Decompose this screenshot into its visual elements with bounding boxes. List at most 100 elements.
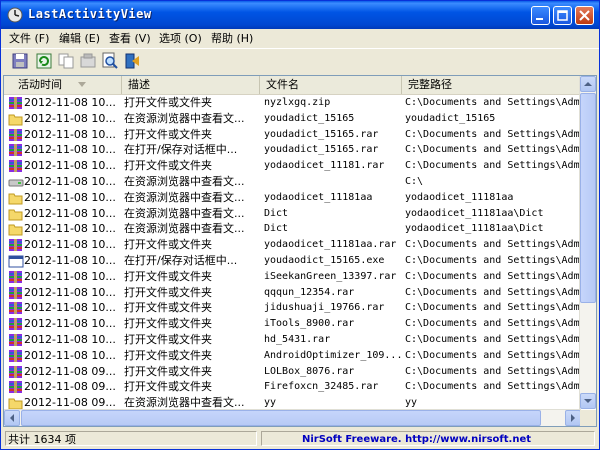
menu-options[interactable]: 选项 (O) — [159, 31, 202, 47]
save-icon[interactable] — [11, 52, 29, 70]
find-icon[interactable] — [101, 52, 119, 70]
nirsoft-link[interactable]: NirSoft Freeware. http://www.nirsoft.net — [261, 431, 595, 446]
filename: jidushuaji_19766.rar — [264, 302, 385, 314]
full-path: C:\Documents and Settings\Admin — [405, 128, 581, 140]
arrow-down-icon — [584, 399, 592, 403]
list-item[interactable]: 2012-11-08 10... 打开文件或文件夹 jidushuaji_19766… — [4, 300, 581, 316]
list-item[interactable]: 2012-11-08 10... 打开文件或文件夹 nyzlxgq.zip C:\Do… — [4, 95, 581, 111]
folder-file-icon — [8, 193, 23, 205]
activity-time: 2012-11-08 10... — [24, 254, 116, 267]
menu-edit[interactable]: 编辑 (E) — [59, 31, 100, 47]
copy-icon[interactable] — [57, 52, 75, 70]
folder-file-icon — [8, 114, 23, 126]
activity-time: 2012-11-08 10... — [24, 348, 116, 362]
list-item[interactable]: 2012-11-08 10... 在打开/保存对话框中... youdaodict_… — [4, 253, 581, 269]
folder-file-icon — [8, 224, 23, 236]
description: 在资源浏览器中查看文... — [124, 222, 245, 236]
filename: iTools_8900.rar — [264, 318, 355, 330]
activity-time: 2012-11-08 10... — [24, 159, 116, 173]
full-path: C:\Documents and Settings\Admin — [405, 144, 581, 156]
column-header-fullpath[interactable]: 完整路径 — [402, 76, 584, 94]
filename: iSeekanGreen_13397.rar — [264, 270, 397, 282]
description: 打开文件或文件夹 — [124, 301, 212, 315]
maximize-icon — [557, 10, 568, 21]
horizontal-scroll-thumb[interactable] — [21, 410, 541, 426]
menu-help[interactable]: 帮助 (H) — [211, 31, 253, 47]
rar-file-icon — [9, 128, 22, 141]
list-item[interactable]: 2012-11-08 10... 在资源浏览器中查看文... Dict yodaodi… — [4, 206, 581, 222]
rar-file-icon — [9, 318, 22, 331]
list-item[interactable]: 2012-11-08 10... 在资源浏览器中查看文... C:\ — [4, 174, 581, 190]
activity-time: 2012-11-08 10... — [24, 127, 116, 141]
close-button[interactable] — [575, 6, 594, 25]
full-path: C:\Documents and Settings\Admin — [405, 239, 581, 251]
description: 在打开/保存对话框中... — [124, 254, 238, 267]
activity-list[interactable]: 活动时间 描述 文件名 完整路径 2012-11-08 10... 打开文件或文件… — [3, 75, 597, 427]
properties-icon[interactable] — [79, 52, 97, 70]
column-header-time[interactable]: 活动时间 — [4, 76, 122, 94]
scroll-left-button[interactable] — [4, 410, 20, 426]
toolbar — [1, 48, 599, 75]
app-icon — [7, 7, 23, 23]
rar-file-icon — [9, 270, 22, 283]
filename: qqqun_12354.rar — [264, 286, 355, 298]
vertical-scrollbar[interactable] — [579, 76, 596, 409]
filename: youdaodict_15165.exe — [264, 255, 385, 266]
full-path: C:\Documents and Settings\Admin — [405, 255, 581, 266]
filename: AndroidOptimizer_109... — [264, 349, 402, 361]
filename: LOLBox_8076.rar — [264, 365, 355, 377]
exit-icon[interactable] — [123, 52, 141, 70]
minimize-button[interactable] — [531, 6, 550, 25]
filename: hd_5431.rar — [264, 334, 331, 345]
list-item[interactable]: 2012-11-08 10... 在资源浏览器中查看文... Dict yodaodi… — [4, 221, 581, 237]
menu-file[interactable]: 文件 (F) — [9, 31, 49, 47]
list-item[interactable]: 2012-11-08 10... 打开文件或文件夹 AndroidOptimizer… — [4, 348, 581, 364]
list-item[interactable]: 2012-11-08 09... 打开文件或文件夹 Firefoxcn_32485.… — [4, 379, 581, 395]
rar-file-icon — [9, 97, 22, 109]
rar-file-icon — [9, 334, 22, 346]
description: 在资源浏览器中查看文... — [124, 111, 245, 125]
horizontal-scrollbar[interactable] — [4, 409, 581, 426]
activity-time: 2012-11-08 10... — [24, 206, 116, 220]
menu-view[interactable]: 查看 (V) — [109, 31, 151, 47]
activity-time: 2012-11-08 09... — [24, 380, 116, 394]
full-path: C:\Documents and Settings\Admin — [405, 318, 581, 330]
scroll-corner — [580, 410, 596, 426]
list-item[interactable]: 2012-11-08 10... 在资源浏览器中查看文... yodaodicet_… — [4, 190, 581, 206]
list-item[interactable]: 2012-11-08 10... 在资源浏览器中查看文... youdadict_1… — [4, 111, 581, 127]
arrow-up-icon — [584, 82, 592, 86]
scroll-down-button[interactable] — [580, 393, 596, 409]
column-header-description[interactable]: 描述 — [122, 76, 260, 94]
window-title: LastActivityView — [28, 7, 152, 21]
filename: nyzlxgq.zip — [264, 97, 331, 108]
full-path: C:\Documents and Settings\Admin — [405, 270, 581, 282]
description: 在资源浏览器中查看文... — [124, 175, 245, 188]
title-bar[interactable]: LastActivityView — [1, 1, 599, 29]
rar-file-icon — [9, 381, 22, 394]
description: 打开文件或文件夹 — [124, 285, 212, 299]
activity-time: 2012-11-08 09... — [24, 364, 116, 378]
column-label: 描述 — [128, 78, 150, 91]
refresh-icon[interactable] — [35, 52, 53, 70]
list-item[interactable]: 2012-11-08 10... 打开文件或文件夹 hd_5431.rar C:\Do… — [4, 332, 581, 348]
activity-time: 2012-11-08 10... — [24, 285, 116, 299]
list-item[interactable]: 2012-11-08 10... 打开文件或文件夹 qqqun_12354.rar C… — [4, 285, 581, 301]
exe-file-icon — [8, 255, 24, 268]
maximize-button[interactable] — [553, 6, 572, 25]
list-item[interactable]: 2012-11-08 10... 打开文件或文件夹 iSeekanGreen_133… — [4, 269, 581, 285]
list-item[interactable]: 2012-11-08 10... 打开文件或文件夹 yodaodicet_11181… — [4, 158, 581, 174]
list-item[interactable]: 2012-11-08 10... 在打开/保存对话框中... youdadict_1… — [4, 142, 581, 158]
filename: yodaodicet_11181.rar — [264, 160, 385, 172]
scroll-up-button[interactable] — [580, 76, 596, 92]
description: 打开文件或文件夹 — [124, 96, 212, 109]
full-path: C:\Documents and Settings\Admin — [405, 97, 581, 108]
list-item[interactable]: 2012-11-08 10... 打开文件或文件夹 yodaodicet_11181… — [4, 237, 581, 253]
list-item[interactable]: 2012-11-08 10... 打开文件或文件夹 iTools_8900.rar C… — [4, 316, 581, 332]
scroll-right-button[interactable] — [565, 410, 581, 426]
rar-file-icon — [9, 144, 22, 157]
vertical-scroll-thumb[interactable] — [580, 93, 596, 303]
list-item[interactable]: 2012-11-08 09... 打开文件或文件夹 LOLBox_8076.rar C… — [4, 364, 581, 380]
list-item[interactable]: 2012-11-08 10... 打开文件或文件夹 youdadict_15165.… — [4, 127, 581, 143]
column-header-filename[interactable]: 文件名 — [260, 76, 402, 94]
full-path: C:\Documents and Settings\Admin — [405, 381, 581, 393]
